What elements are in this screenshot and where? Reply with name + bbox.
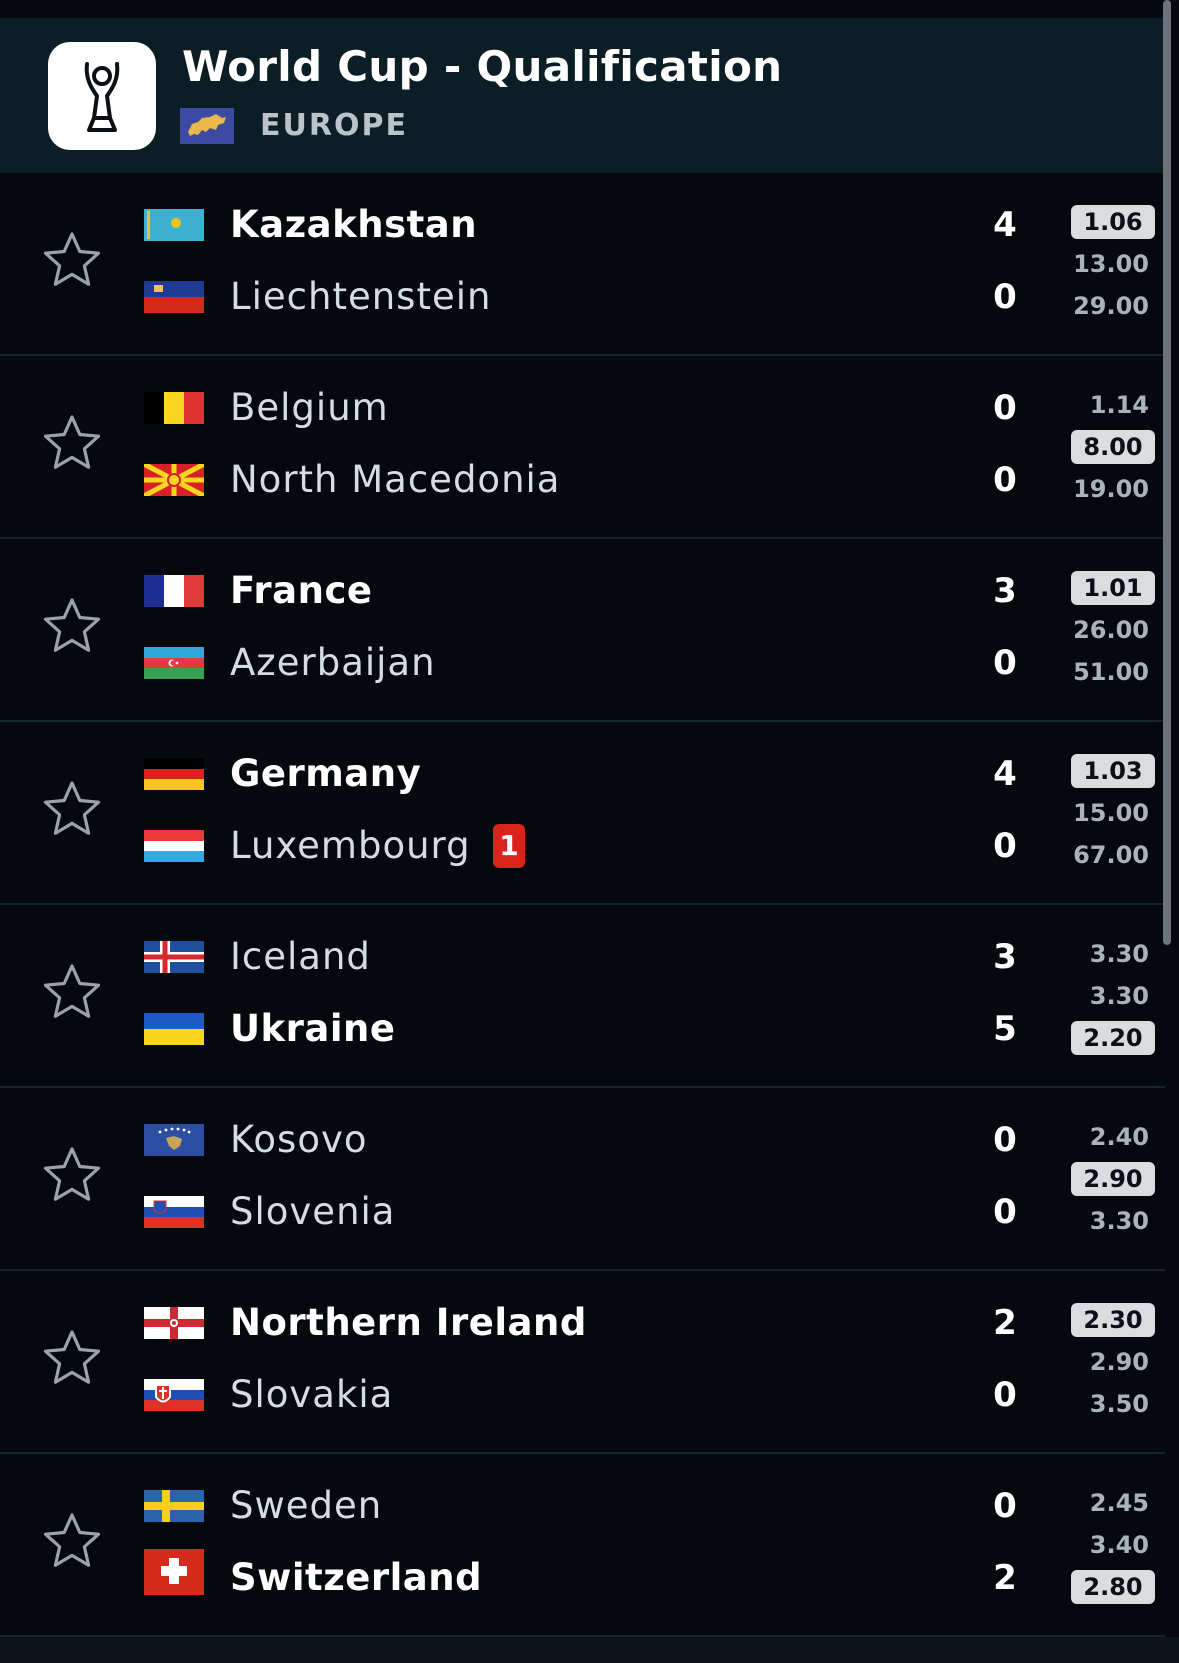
liechtenstein-flag-icon (144, 281, 204, 313)
favorite-star-icon[interactable] (40, 1510, 104, 1574)
away-team-name: Luxembourg (230, 824, 471, 867)
top-bar (0, 0, 1179, 18)
home-team-name: Belgium (230, 386, 389, 429)
match-row[interactable]: France 3 Azerbaijan 0 1.01 26.00 51.00 (0, 539, 1165, 722)
league-header[interactable]: World Cup - Qualification EUROPE (0, 18, 1165, 173)
away-team-name: Slovenia (230, 1190, 396, 1233)
scrollbar[interactable] (1163, 0, 1171, 945)
home-team-name: Kosovo (230, 1118, 368, 1161)
away-team-name: North Macedonia (230, 458, 561, 501)
ukraine-flag-icon (144, 1013, 204, 1045)
odd-home[interactable]: 1.01 (1071, 571, 1155, 605)
away-score: 0 (993, 1192, 1017, 1232)
home-score: 0 (993, 1120, 1017, 1160)
france-flag-icon (144, 575, 204, 607)
away-team-name: Liechtenstein (230, 275, 492, 318)
odd-draw[interactable]: 13.00 (1071, 247, 1155, 281)
odd-draw[interactable]: 2.90 (1071, 1162, 1155, 1196)
odd-home[interactable]: 2.45 (1071, 1486, 1155, 1520)
match-row[interactable]: Sweden 0 Switzerland 2 2.45 3.40 2.80 (0, 1454, 1165, 1637)
home-score: 3 (993, 571, 1017, 611)
odd-draw[interactable]: 2.90 (1071, 1345, 1155, 1379)
slovakia-flag-icon (144, 1379, 204, 1411)
match-row[interactable]: Kosovo 0 Slovenia 0 2.40 2.90 3.30 (0, 1088, 1165, 1271)
slovenia-flag-icon (144, 1196, 204, 1228)
sweden-flag-icon (144, 1490, 204, 1522)
europe-flag-icon (180, 108, 234, 144)
odd-draw[interactable]: 15.00 (1071, 796, 1155, 830)
away-score: 0 (993, 826, 1017, 866)
match-row[interactable]: Northern Ireland 2 Slovakia 0 2.30 2.90 3.50 (0, 1271, 1165, 1454)
home-score: 3 (993, 937, 1017, 977)
odd-home[interactable]: 1.03 (1071, 754, 1155, 788)
home-score: 0 (993, 1486, 1017, 1526)
favorite-star-icon[interactable] (40, 1327, 104, 1391)
kazakhstan-flag-icon (144, 209, 204, 241)
match-list: Kazakhstan 4 Liechtenstein 0 1.06 13.00 29.00 B… (0, 173, 1165, 1637)
match-row[interactable]: Kazakhstan 4 Liechtenstein 0 1.06 13.00 29.00 (0, 173, 1165, 356)
northern-ireland-flag-icon (144, 1307, 204, 1339)
odd-away[interactable]: 51.00 (1071, 655, 1155, 689)
next-section-edge (0, 1637, 1179, 1663)
odd-home[interactable]: 1.14 (1071, 388, 1155, 422)
home-team-name: Kazakhstan (230, 203, 478, 246)
favorite-star-icon[interactable] (40, 1144, 104, 1208)
favorite-star-icon[interactable] (40, 595, 104, 659)
favorite-star-icon[interactable] (40, 412, 104, 476)
home-team-name: France (230, 569, 373, 612)
odd-draw[interactable]: 8.00 (1071, 430, 1155, 464)
home-score: 4 (993, 754, 1017, 794)
match-row[interactable]: Belgium 0 North Macedonia 0 1.14 8.00 19.00 (0, 356, 1165, 539)
odd-away[interactable]: 67.00 (1071, 838, 1155, 872)
favorite-star-icon[interactable] (40, 961, 104, 1025)
belgium-flag-icon (144, 392, 204, 424)
azerbaijan-flag-icon (144, 647, 204, 679)
away-team-name: Slovakia (230, 1373, 394, 1416)
odd-draw[interactable]: 26.00 (1071, 613, 1155, 647)
away-team-name: Switzerland (230, 1556, 483, 1599)
home-score: 4 (993, 205, 1017, 245)
home-team-name: Germany (230, 752, 422, 795)
odd-away[interactable]: 19.00 (1071, 472, 1155, 506)
odd-away[interactable]: 2.80 (1071, 1570, 1155, 1604)
away-score: 5 (993, 1009, 1017, 1049)
away-score: 0 (993, 277, 1017, 317)
away-score: 0 (993, 460, 1017, 500)
away-score: 0 (993, 1375, 1017, 1415)
match-row[interactable]: Iceland 3 Ukraine 5 3.30 3.30 2.20 (0, 905, 1165, 1088)
red-card-badge: 1 (493, 824, 525, 868)
iceland-flag-icon (144, 941, 204, 973)
odd-draw[interactable]: 3.40 (1071, 1528, 1155, 1562)
home-team-name: Iceland (230, 935, 371, 978)
luxembourg-flag-icon (144, 830, 204, 862)
odd-away[interactable]: 2.20 (1071, 1021, 1155, 1055)
odd-away[interactable]: 29.00 (1071, 289, 1155, 323)
germany-flag-icon (144, 758, 204, 790)
odd-home[interactable]: 3.30 (1071, 937, 1155, 971)
away-team-name: Azerbaijan (230, 641, 436, 684)
favorite-star-icon[interactable] (40, 778, 104, 842)
home-score: 0 (993, 388, 1017, 428)
away-score: 0 (993, 643, 1017, 683)
odd-away[interactable]: 3.30 (1071, 1204, 1155, 1238)
trophy-icon (48, 42, 156, 150)
home-team-name: Northern Ireland (230, 1301, 587, 1344)
favorite-star-icon[interactable] (40, 229, 104, 293)
odd-home[interactable]: 2.40 (1071, 1120, 1155, 1154)
match-row[interactable]: Germany 4 Luxembourg 1 0 1.03 15.00 67.00 (0, 722, 1165, 905)
odd-home[interactable]: 1.06 (1071, 205, 1155, 239)
odd-draw[interactable]: 3.30 (1071, 979, 1155, 1013)
league-title: World Cup - Qualification (182, 42, 783, 91)
odd-home[interactable]: 2.30 (1071, 1303, 1155, 1337)
region-label: EUROPE (260, 108, 408, 143)
switzerland-flag-icon (144, 1549, 204, 1595)
home-score: 2 (993, 1303, 1017, 1343)
kosovo-flag-icon (144, 1124, 204, 1156)
home-team-name: Sweden (230, 1484, 383, 1527)
odd-away[interactable]: 3.50 (1071, 1387, 1155, 1421)
north-macedonia-flag-icon (144, 464, 204, 496)
away-score: 2 (993, 1558, 1017, 1598)
away-team-name: Ukraine (230, 1007, 396, 1050)
